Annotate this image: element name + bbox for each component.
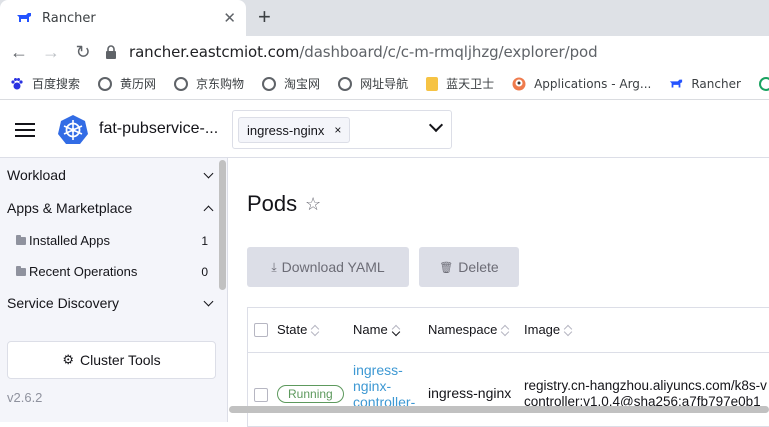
sidebar-item-installed-apps[interactable]: Installed Apps 1 [16, 233, 208, 248]
cluster-tools-button[interactable]: ⚙ Cluster Tools [7, 341, 216, 379]
namespace-chip: ingress-nginx × [238, 117, 351, 143]
status-badge: Running [277, 385, 344, 403]
column-name[interactable]: Name [353, 322, 399, 337]
gear-icon: ⚙ [62, 352, 74, 367]
chevron-down-icon [203, 296, 214, 307]
bookmark-argo[interactable]: Applications - Arg... [512, 77, 651, 91]
download-icon: ⤓ [271, 259, 277, 274]
column-image[interactable]: Image [524, 322, 571, 337]
chevron-down-icon [203, 168, 214, 179]
sidebar-item-recent-operations[interactable]: Recent Operations 0 [16, 264, 208, 279]
star-icon[interactable]: ☆ [305, 194, 321, 215]
count-badge: 0 [201, 264, 208, 279]
sort-icon [393, 325, 399, 335]
sidebar-group-apps[interactable]: Apps & Marketplace [7, 200, 214, 216]
forward-arrow-icon[interactable]: → [35, 42, 67, 63]
chip-remove-icon[interactable]: × [334, 123, 341, 137]
rancher-icon [670, 79, 683, 87]
download-yaml-button[interactable]: ⤓ Download YAML [247, 247, 409, 287]
bookmark-rancher[interactable]: Rancher [669, 77, 741, 91]
tab-title: Rancher [42, 10, 96, 26]
globe-icon [174, 76, 189, 91]
sort-icon [502, 325, 508, 335]
tab-close-icon[interactable]: ✕ [223, 9, 236, 27]
bookmark-folder-lantian[interactable]: 蓝天卫士 [426, 75, 494, 92]
page-title: Pods [247, 191, 298, 216]
browser-tab[interactable]: Rancher ✕ [0, 0, 246, 36]
globe-icon [262, 76, 277, 91]
column-namespace[interactable]: Namespace [428, 322, 508, 337]
bookmark-jd[interactable]: 京东购物 [174, 75, 244, 92]
back-arrow-icon[interactable]: ← [3, 42, 35, 63]
url-field[interactable]: rancher.eastcmiot.com/dashboard/c/c-m-rm… [105, 36, 598, 68]
row-checkbox[interactable] [254, 388, 268, 402]
pod-name-link[interactable]: ingress-nginx-controller- [353, 362, 423, 410]
bookmark-huangli[interactable]: 黄历网 [98, 75, 156, 92]
main-content: Pods ☆ ⤓ Download YAML 🗑 Delete State Na… [229, 158, 769, 427]
menu-icon[interactable] [15, 123, 35, 137]
browser-tab-strip: Rancher ✕ + [0, 0, 769, 36]
folder-icon [426, 76, 439, 91]
bookmark-more[interactable] [758, 76, 769, 91]
folder-icon [16, 234, 26, 245]
rancher-icon [17, 13, 31, 22]
app-header: fat-pubservice-... ingress-nginx × [0, 101, 769, 158]
horizontal-scrollbar[interactable] [229, 406, 769, 413]
url-host: rancher.eastcmiot.com [129, 43, 300, 61]
count-badge: 1 [201, 233, 208, 248]
paw-icon [11, 77, 23, 89]
sidebar: Workload Apps & Marketplace Installed Ap… [0, 158, 228, 422]
pod-namespace: ingress-nginx [428, 385, 512, 401]
bookmark-taobao[interactable]: 淘宝网 [262, 75, 320, 92]
column-state[interactable]: State [277, 322, 318, 337]
delete-button[interactable]: 🗑 Delete [419, 247, 519, 287]
version-label: v2.6.2 [7, 390, 43, 405]
globe-icon [758, 76, 769, 91]
argo-icon [512, 77, 526, 90]
globe-icon [338, 76, 353, 91]
reload-icon[interactable]: ↻ [67, 42, 99, 63]
bookmark-daohang[interactable]: 网址导航 [338, 75, 408, 92]
folder-icon [16, 265, 26, 276]
lock-icon [106, 45, 116, 59]
cluster-name[interactable]: fat-pubservice-... [99, 120, 218, 138]
kubernetes-icon [58, 115, 88, 144]
sort-icon [312, 325, 318, 335]
namespace-chip-label: ingress-nginx [247, 122, 325, 138]
sidebar-group-service-discovery[interactable]: Service Discovery [7, 295, 214, 311]
sidebar-scrollbar[interactable] [219, 160, 226, 290]
table-header: State Name Namespace Image [248, 308, 769, 353]
chevron-up-icon [203, 205, 214, 216]
url-path: /dashboard/c/c-m-rmqljhzg/explorer/pod [299, 43, 598, 61]
bookmarks-bar: 百度搜索 黄历网 京东购物 淘宝网 网址导航 蓝天卫士 Applications… [0, 68, 769, 100]
globe-icon [98, 76, 113, 91]
sidebar-group-workload[interactable]: Workload [7, 167, 214, 183]
select-all-checkbox[interactable] [254, 323, 268, 337]
address-bar: ← → ↻ rancher.eastcmiot.com/dashboard/c/… [0, 36, 769, 68]
chevron-down-icon[interactable] [428, 117, 444, 133]
bookmark-baidu[interactable]: 百度搜索 [10, 75, 80, 92]
namespace-filter[interactable]: ingress-nginx × [232, 110, 452, 149]
new-tab-button[interactable]: + [258, 5, 271, 29]
sort-icon [565, 325, 571, 335]
trash-icon: 🗑 [439, 261, 454, 274]
